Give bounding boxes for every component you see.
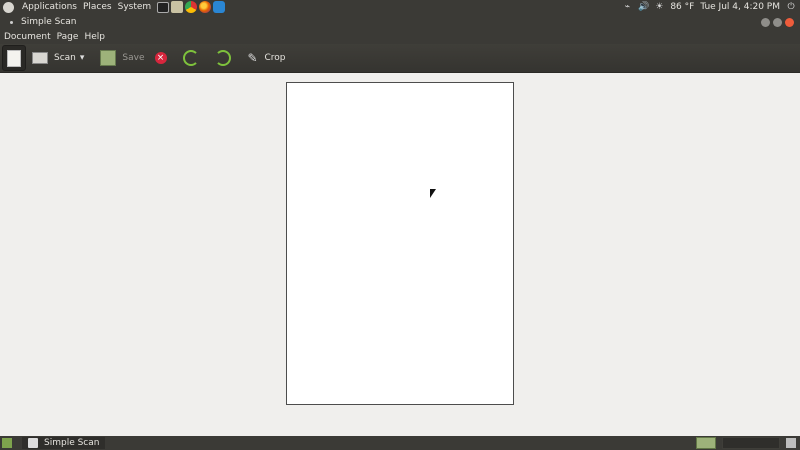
weather-temperature[interactable]: 86 °F bbox=[670, 2, 694, 12]
taskbar-item-label: Simple Scan bbox=[44, 438, 100, 448]
weather-icon[interactable]: ☀ bbox=[654, 2, 664, 12]
scan-button[interactable]: Scan ▾ bbox=[28, 46, 94, 70]
save-label: Save bbox=[122, 53, 145, 63]
rotate-right-button[interactable] bbox=[211, 46, 241, 70]
toolbar: Scan ▾ Save × ✎ Crop bbox=[0, 44, 800, 73]
applications-menu[interactable]: Applications bbox=[22, 2, 77, 12]
ubuntu-logo-icon[interactable] bbox=[3, 1, 14, 13]
app-menubar: Document Page Help bbox=[0, 30, 800, 44]
chrome-icon[interactable] bbox=[185, 1, 198, 13]
places-menu[interactable]: Places bbox=[83, 2, 112, 12]
save-button[interactable]: Save bbox=[96, 46, 148, 70]
scanned-page-preview[interactable] bbox=[286, 82, 514, 405]
web-browser-icon[interactable] bbox=[213, 1, 226, 13]
menu-page[interactable]: Page bbox=[57, 32, 79, 42]
quick-launchers bbox=[157, 1, 227, 13]
stop-button[interactable]: × bbox=[151, 46, 177, 70]
clock[interactable]: Tue Jul 4, 4:20 PM bbox=[700, 2, 780, 12]
volume-icon[interactable]: 🔊 bbox=[638, 2, 649, 12]
stop-icon: × bbox=[154, 52, 167, 64]
top-panel: Applications Places System ⌁ 🔊 ☀ 86 °F T… bbox=[0, 0, 800, 14]
trash-icon[interactable] bbox=[786, 438, 796, 448]
menu-help[interactable]: Help bbox=[84, 32, 105, 42]
window-titlebar: Simple Scan bbox=[0, 14, 800, 30]
menu-document[interactable]: Document bbox=[4, 32, 51, 42]
rotate-left-icon bbox=[182, 50, 199, 66]
wifi-icon[interactable]: ⌁ bbox=[622, 2, 632, 12]
crop-button[interactable]: ✎ Crop bbox=[243, 46, 290, 70]
firefox-icon[interactable] bbox=[199, 1, 212, 13]
system-tray: ⌁ 🔊 ☀ 86 °F Tue Jul 4, 4:20 PM ⏻ bbox=[622, 2, 800, 12]
save-icon bbox=[100, 50, 117, 66]
chevron-down-icon[interactable]: ▾ bbox=[80, 53, 85, 63]
workspace-switcher[interactable] bbox=[722, 437, 780, 449]
crop-label: Crop bbox=[264, 53, 286, 63]
bottom-panel: Simple Scan bbox=[0, 436, 800, 450]
rotate-right-icon bbox=[214, 50, 231, 66]
terminal-icon[interactable] bbox=[157, 1, 170, 13]
crop-icon: ✎ bbox=[247, 51, 258, 65]
taskbar-item-simple-scan[interactable]: Simple Scan bbox=[22, 437, 106, 449]
new-document-button[interactable] bbox=[2, 45, 26, 71]
scan-label: Scan bbox=[54, 53, 76, 63]
maximize-button[interactable] bbox=[773, 17, 782, 27]
bottom-panel-right bbox=[696, 437, 800, 449]
document-workspace bbox=[0, 73, 800, 436]
minimize-button[interactable] bbox=[761, 17, 770, 27]
rotate-left-button[interactable] bbox=[179, 46, 209, 70]
files-icon[interactable] bbox=[171, 1, 184, 13]
show-desktop-icon[interactable] bbox=[2, 438, 12, 448]
system-menu[interactable]: System bbox=[118, 2, 152, 12]
window-controls bbox=[761, 17, 800, 27]
power-icon[interactable]: ⏻ bbox=[786, 2, 796, 12]
window-menu-dot[interactable] bbox=[10, 20, 13, 24]
app-window-icon bbox=[28, 438, 38, 448]
workspace-switcher-active[interactable] bbox=[696, 437, 716, 449]
mouse-cursor-icon bbox=[430, 189, 436, 198]
new-document-icon bbox=[7, 49, 21, 67]
window-title: Simple Scan bbox=[21, 17, 77, 27]
close-button[interactable] bbox=[785, 17, 794, 27]
scanner-icon bbox=[32, 52, 48, 64]
